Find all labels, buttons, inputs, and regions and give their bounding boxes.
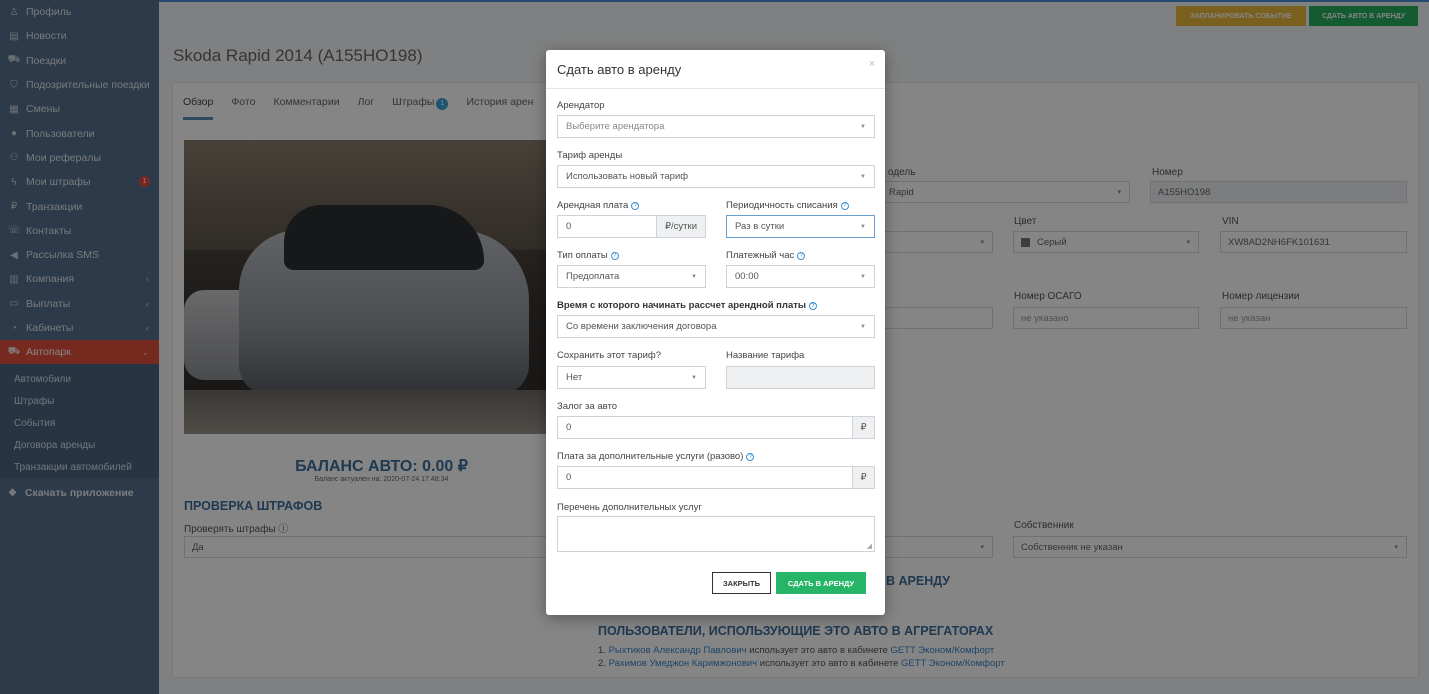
save-tariff-label: Сохранить этот тариф? — [557, 350, 662, 361]
payment-hour-label-text: Платежный час — [726, 250, 795, 261]
help-icon[interactable]: ? — [797, 252, 806, 260]
help-icon[interactable]: ? — [631, 202, 640, 210]
payment-hour-label: Платежный час? — [726, 250, 806, 261]
tariff-select[interactable]: Использовать новый тариф ▼ — [557, 165, 875, 188]
modal-title: Сдать авто в аренду — [557, 61, 682, 77]
start-time-select[interactable]: Со времени заключения договора ▼ — [557, 315, 875, 338]
payment-hour-select[interactable]: 00:00 ▼ — [726, 265, 875, 288]
chevron-down-icon: ▼ — [860, 224, 866, 230]
close-icon[interactable]: × — [869, 58, 875, 70]
deposit-label: Залог за авто — [557, 401, 617, 412]
payment-type-label: Тип оплаты? — [557, 250, 619, 261]
extra-fee-input[interactable]: 0 — [557, 466, 853, 489]
extra-list-textarea[interactable]: ◢ — [557, 516, 875, 552]
help-icon[interactable]: ? — [746, 453, 755, 461]
tariff-name-input[interactable] — [726, 366, 875, 389]
help-icon[interactable]: ? — [840, 202, 849, 210]
resize-grip-icon[interactable]: ◢ — [867, 542, 872, 550]
deposit-value: 0 — [566, 422, 572, 433]
chevron-down-icon: ▼ — [691, 274, 697, 280]
payment-type-label-text: Тип оплаты — [557, 250, 608, 261]
chevron-down-icon: ▼ — [691, 375, 697, 381]
deposit-input[interactable]: 0 — [557, 416, 853, 439]
save-tariff-select[interactable]: Нет ▼ — [557, 366, 706, 389]
period-select[interactable]: Раз в сутки ▼ — [726, 215, 875, 238]
extra-fee-label-text: Плата за дополнительные услуги (разово) — [557, 451, 744, 462]
close-button[interactable]: Закрыть — [712, 572, 771, 594]
rent-submit-button[interactable]: Сдать в аренду — [776, 572, 866, 594]
period-value: Раз в сутки — [735, 221, 785, 232]
fee-unit: ₽/сутки — [656, 215, 706, 238]
payment-type-value: Предоплата — [566, 271, 620, 282]
period-label-text: Периодичность списания — [726, 200, 838, 211]
start-time-label-text: Время с которого начинать рассчет арендн… — [557, 300, 807, 311]
fee-label-text: Арендная плата — [557, 200, 629, 211]
help-icon[interactable]: ? — [610, 252, 619, 260]
tariff-label: Тариф аренды — [557, 150, 623, 161]
period-label: Периодичность списания? — [726, 200, 849, 211]
extra-list-label: Перечень дополнительных услуг — [557, 502, 702, 513]
modal-header: Сдать авто в аренду — [546, 50, 885, 89]
fee-input[interactable]: 0 — [557, 215, 657, 238]
chevron-down-icon: ▼ — [860, 324, 866, 330]
chevron-down-icon: ▼ — [860, 124, 866, 130]
tenant-select[interactable]: Выберите арендатора ▼ — [557, 115, 875, 138]
extra-fee-currency: ₽ — [852, 466, 875, 489]
start-time-label: Время с которого начинать рассчет арендн… — [557, 300, 818, 311]
tenant-label: Арендатор — [557, 100, 605, 111]
fee-value: 0 — [566, 221, 572, 232]
help-icon[interactable]: ? — [809, 302, 818, 310]
extra-fee-label: Плата за дополнительные услуги (разово)? — [557, 451, 755, 462]
payment-hour-value: 00:00 — [735, 271, 759, 282]
chevron-down-icon: ▼ — [860, 274, 866, 280]
extra-fee-value: 0 — [566, 472, 572, 483]
deposit-currency: ₽ — [852, 416, 875, 439]
tenant-placeholder: Выберите арендатора — [566, 121, 665, 132]
tariff-name-label: Название тарифа — [726, 350, 805, 361]
chevron-down-icon: ▼ — [860, 174, 866, 180]
payment-type-select[interactable]: Предоплата ▼ — [557, 265, 706, 288]
save-tariff-value: Нет — [566, 372, 583, 383]
fee-label: Арендная плата? — [557, 200, 640, 211]
tariff-value: Использовать новый тариф — [566, 171, 689, 182]
start-time-value: Со времени заключения договора — [566, 321, 717, 332]
